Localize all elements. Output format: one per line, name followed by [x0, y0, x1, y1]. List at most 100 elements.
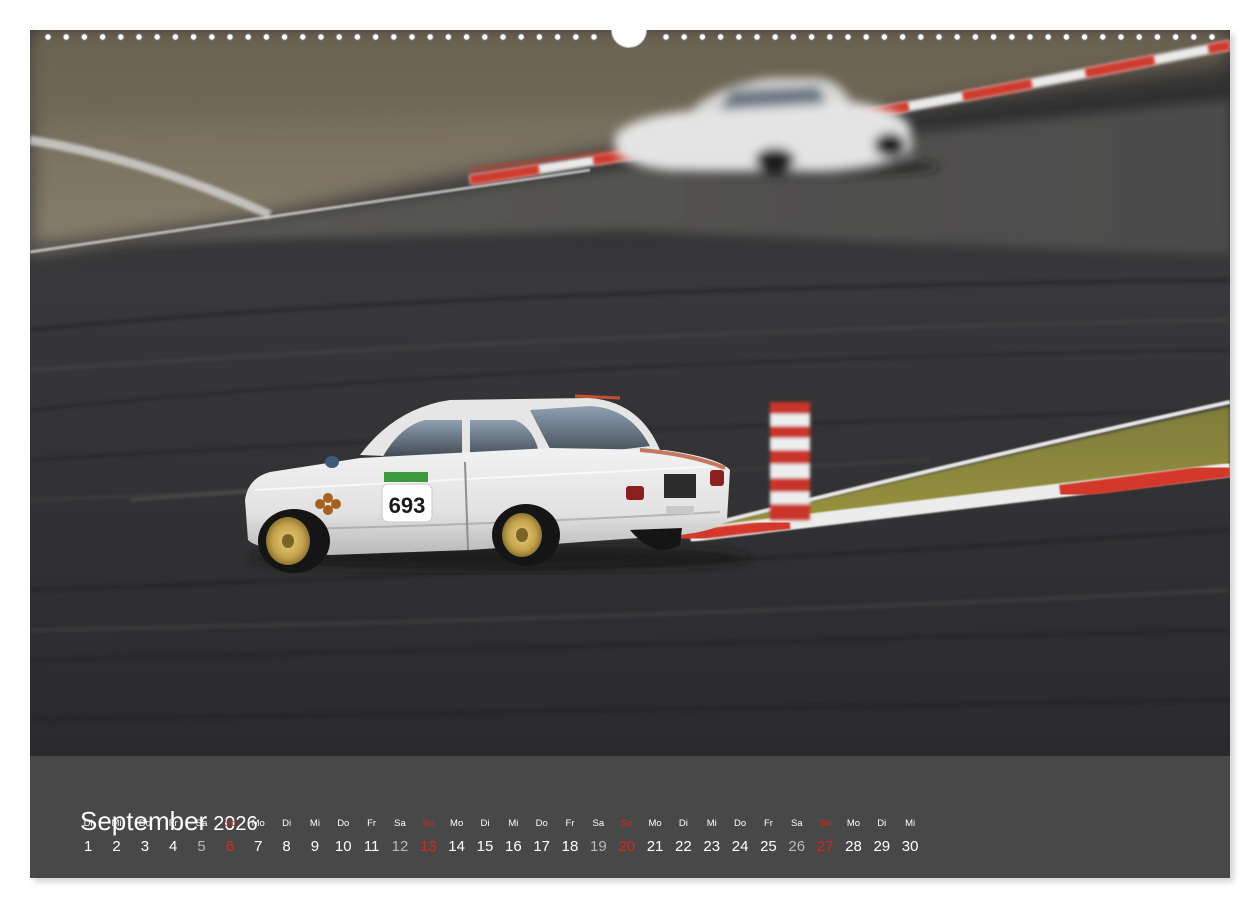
day-row: Di 1 Mi 2 Do 3 Fr 4 Sa 5 So 6 Mo 7 Di 8 Mi 9 Do 10 Fr 11 Sa 12 S… — [74, 818, 924, 856]
day-number: 2 — [112, 838, 121, 855]
binding-hole — [371, 33, 380, 41]
day-cell: Sa 26 — [783, 818, 811, 856]
day-cell: Mi 16 — [499, 818, 527, 856]
day-cell: Sa 19 — [584, 818, 612, 856]
binding-hole — [280, 33, 289, 41]
weekday-label: Sa — [195, 818, 208, 829]
binding-hole — [62, 33, 70, 41]
day-cell: Do 3 — [131, 818, 159, 856]
day-number: 25 — [760, 838, 777, 855]
day-number: 27 — [816, 838, 834, 855]
binding-hole — [517, 33, 525, 41]
weekday-label: Fr — [367, 818, 377, 829]
binding-hole — [426, 33, 434, 41]
day-number: 13 — [419, 838, 437, 855]
binding-hole — [553, 33, 562, 41]
weekday-label: Do — [734, 818, 747, 829]
day-cell: Fr 25 — [754, 818, 782, 856]
weekday-label: Mi — [111, 818, 122, 829]
binding-hole — [408, 33, 416, 41]
day-cell: Mi 30 — [896, 818, 924, 856]
day-number: 28 — [845, 838, 862, 855]
binding-hole — [862, 33, 870, 41]
binding-hole — [1080, 33, 1089, 41]
day-cell: Fr 11 — [357, 818, 385, 856]
day-number: 15 — [476, 838, 494, 855]
binding-hole — [1208, 33, 1216, 41]
binding-hole — [98, 33, 107, 41]
binding-hole — [117, 33, 125, 41]
binding-hole — [481, 33, 489, 41]
day-number: 23 — [703, 838, 721, 855]
weekday-label: Sa — [790, 818, 803, 829]
binding-hole — [135, 33, 143, 41]
binding-hole — [716, 33, 725, 41]
race-photo: 693 — [30, 30, 1230, 756]
binding-hole — [189, 33, 198, 41]
binding-hole — [1026, 33, 1034, 41]
day-cell: So 13 — [414, 818, 442, 856]
day-number: 14 — [448, 838, 465, 855]
binding-hole — [153, 33, 161, 41]
day-number: 29 — [873, 838, 891, 855]
binding-hole — [1008, 33, 1016, 41]
weekday-label: Mi — [905, 818, 916, 829]
weekday-label: Sa — [394, 818, 406, 829]
binding-hole — [171, 33, 180, 41]
binding-hole — [698, 33, 707, 41]
weekday-label: Di — [83, 818, 93, 829]
day-number: 16 — [504, 838, 522, 855]
weekday-label: Do — [535, 818, 548, 829]
day-cell: Fr 4 — [159, 818, 187, 856]
day-cell: Fr 18 — [556, 818, 584, 856]
calendar-strip: September 2026 Di 1 Mi 2 Do 3 Fr 4 Sa 5 So 6 Mo 7 Di 8 Mi… — [30, 756, 1230, 878]
binding-hole — [898, 33, 907, 41]
weekday-label: Di — [480, 818, 490, 829]
binding-hole — [1171, 33, 1180, 41]
binding-hole — [226, 33, 234, 41]
binding-hole — [1190, 33, 1198, 41]
day-number: 19 — [590, 838, 607, 855]
binding-hole — [572, 33, 580, 41]
day-cell: So 20 — [613, 818, 641, 856]
weekday-label: Do — [337, 818, 350, 829]
weekday-label: Di — [282, 818, 292, 829]
day-cell: So 6 — [216, 818, 244, 856]
calendar-page: 693 September 2026 Di 1 Mi 2 Do 3 Fr 4 S… — [30, 30, 1230, 878]
weekday-label: Mo — [450, 818, 464, 829]
binding-hole — [807, 33, 816, 41]
binding-hole — [844, 33, 852, 41]
day-cell: Mi 2 — [102, 818, 130, 856]
binding-hole — [953, 33, 961, 41]
svg-text:693: 693 — [389, 493, 426, 518]
weekday-label: Mo — [846, 818, 861, 829]
binding-hole — [1099, 33, 1107, 41]
day-cell: So 27 — [811, 818, 839, 856]
day-cell: Do 17 — [528, 818, 556, 856]
binding-hole — [662, 33, 670, 41]
day-number: 3 — [140, 838, 150, 855]
day-number: 9 — [310, 838, 320, 855]
day-cell: Di 22 — [669, 818, 697, 856]
weekday-label: Mi — [309, 818, 320, 829]
day-cell: Do 24 — [726, 818, 754, 856]
binding-hole — [244, 33, 252, 41]
weekday-label: Sa — [592, 818, 605, 829]
day-cell: Di 15 — [471, 818, 499, 856]
binding-hole — [1044, 33, 1052, 41]
binding-hole — [444, 33, 453, 41]
day-number: 11 — [363, 838, 380, 855]
binding-hole — [826, 33, 834, 41]
weekday-label: So — [422, 818, 435, 829]
binding-hole — [262, 33, 271, 41]
day-number: 30 — [901, 838, 919, 855]
day-cell: Sa 5 — [187, 818, 215, 856]
weekday-label: Fr — [763, 818, 773, 829]
weekday-label: So — [819, 818, 831, 829]
binding-hole — [789, 33, 798, 41]
day-cell: Mi 23 — [698, 818, 726, 856]
weekday-label: Mi — [508, 818, 519, 829]
weekday-label: Di — [678, 818, 688, 829]
day-number: 20 — [618, 838, 636, 855]
day-cell: Mi 9 — [301, 818, 329, 856]
